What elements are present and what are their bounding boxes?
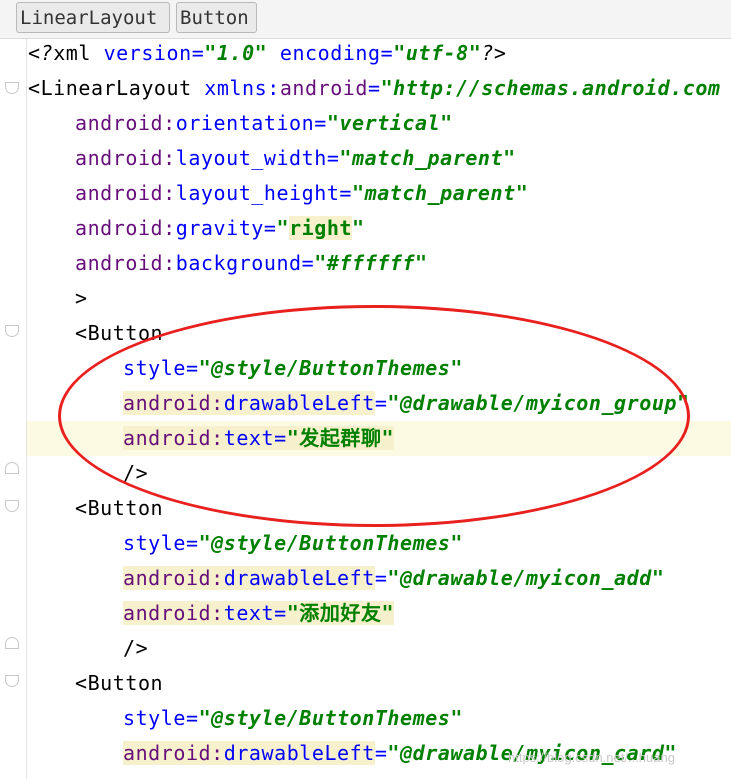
fold-expand-icon[interactable]	[5, 462, 19, 474]
red-circle-annotation	[58, 305, 690, 527]
editor-gutter	[0, 39, 27, 779]
code-line-root-open: <LinearLayout xmlns:android="http://sche…	[28, 76, 721, 100]
code-line-button2-open: <Button	[75, 496, 164, 520]
breadcrumb-item-button[interactable]: Button	[176, 2, 257, 33]
code-line-background: android:background="#ffffff"	[75, 251, 428, 275]
code-line-gravity: android:gravity="right"	[75, 216, 365, 240]
fold-collapse-icon[interactable]	[5, 325, 19, 337]
code-line-button2-style: style="@style/ButtonThemes"	[123, 531, 463, 555]
code-line-root-close-bracket: >	[75, 286, 88, 310]
code-line-button2-close: />	[123, 636, 149, 660]
code-line-button2-drawable: android:drawableLeft="@drawable/myicon_a…	[123, 566, 665, 590]
code-line-layout-height: android:layout_height="match_parent"	[75, 181, 529, 205]
fold-expand-icon[interactable]	[5, 637, 19, 649]
breadcrumb-item-linearlayout[interactable]: LinearLayout	[16, 2, 170, 33]
code-line-xml-declaration: <?xml version="1.0" encoding="utf-8"?>	[28, 41, 507, 65]
code-line-orientation: android:orientation="vertical"	[75, 111, 453, 135]
breadcrumb: LinearLayout Button	[0, 0, 731, 39]
watermark: https://blog.csdn.net/...huang	[508, 750, 675, 765]
code-line-button2-text: android:text="添加好友"	[123, 601, 395, 625]
code-line-button3-style: style="@style/ButtonThemes"	[123, 706, 463, 730]
fold-collapse-icon[interactable]	[5, 500, 19, 512]
fold-collapse-icon[interactable]	[5, 82, 19, 94]
code-line-layout-width: android:layout_width="match_parent"	[75, 146, 516, 170]
fold-collapse-icon[interactable]	[5, 675, 19, 687]
code-line-button3-open: <Button	[75, 671, 164, 695]
